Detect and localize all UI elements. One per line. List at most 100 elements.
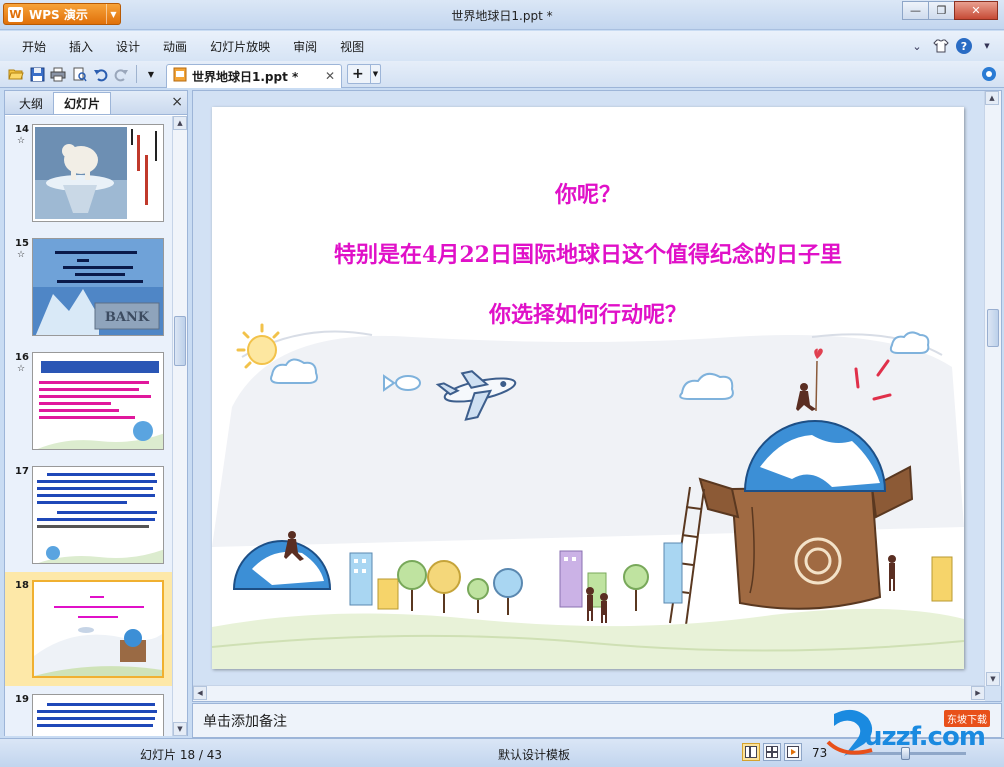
normal-view-icon[interactable] [742,743,760,761]
menu-design[interactable]: 设计 [108,38,155,55]
building-icon [377,578,399,610]
animation-star-icon: ☆ [17,136,26,146]
customize-toolbar-icon[interactable]: ▼ [141,64,161,84]
slide-text-line-1[interactable]: 你呢？ [212,177,964,209]
cloud-icon [889,331,930,354]
slide-number: 16 [15,352,29,363]
scroll-down-arrow-icon[interactable]: ▼ [173,722,187,736]
scroll-up-arrow-icon[interactable]: ▲ [985,91,999,105]
animation-star-icon: ☆ [17,364,26,374]
restore-button[interactable]: ❐ [928,1,955,20]
tab-outline[interactable]: 大纲 [9,92,53,114]
slide-thumbnail-row[interactable]: 17 [5,458,173,572]
window-title: 世界地球日1.ppt * [451,9,553,23]
watermark-badge: 东坡下载 [944,710,990,727]
document-icon [173,67,187,85]
menu-insert[interactable]: 插入 [61,38,108,55]
scrollbar-thumb[interactable] [987,309,999,347]
slide-thumbnail-row[interactable]: 14 ☆ [5,116,173,230]
animation-star-icon: ☆ [17,250,26,260]
settings-gear-icon[interactable] [980,65,998,86]
slide-sorter-view-icon[interactable] [763,743,781,761]
slide-thumbnail[interactable] [32,580,164,678]
menu-slideshow[interactable]: 幻灯片放映 [202,38,285,55]
panel-tabs: 大纲 幻灯片 × [5,91,187,115]
slide-thumbnail-row[interactable]: 15 ☆ BANK [5,230,173,344]
chevron-down-icon[interactable]: ▼ [370,65,380,83]
person-icon [600,593,608,623]
close-panel-icon[interactable]: × [171,94,183,110]
scroll-right-arrow-icon[interactable]: ▶ [971,686,985,700]
undo-icon[interactable] [90,64,110,84]
slide-number: 17 [15,466,29,477]
slide-number: 19 [15,694,29,705]
skin-shirt-icon[interactable] [932,37,950,55]
window-controls: — ❐ ✕ [902,1,998,20]
slide-thumbnail-list: 14 ☆ 15 ☆ BANK 16 ☆ 17 18 19 [5,116,173,736]
print-preview-icon[interactable] [69,64,89,84]
slideshow-view-icon[interactable] [784,743,802,761]
slide-number: 18 [15,580,29,591]
sun-icon [236,323,280,369]
scroll-left-arrow-icon[interactable]: ◀ [193,686,207,700]
quick-access-toolbar: ▼ 世界地球日1.ppt * ✕ + ▼ [0,61,1004,88]
design-template-label[interactable]: 默认设计模板 [498,746,570,763]
scroll-down-arrow-icon[interactable]: ▼ [986,672,1000,686]
menu-bar: 开始 插入 设计 动画 幻灯片放映 审阅 视图 ⌄ ? ▼ [0,31,1004,61]
slide-text-line-3[interactable]: 你选择如何行动呢？ [212,297,964,329]
current-slide[interactable]: 你呢？ 特别是在4月22日国际地球日这个值得纪念的日子里 你选择如何行动呢？ [212,107,964,669]
chevron-down-icon[interactable]: ▼ [978,37,996,55]
slide-counter: 幻灯片 18 / 43 [140,748,223,762]
open-folder-icon[interactable] [6,64,26,84]
tab-slides[interactable]: 幻灯片 [53,92,112,114]
view-switcher [742,743,805,761]
menu-animation[interactable]: 动画 [155,38,202,55]
tree-icon [397,560,427,611]
slide-number: 14 [15,124,29,135]
chevron-down-icon[interactable]: ⌄ [908,37,926,55]
tree-icon [623,564,649,611]
close-tab-icon[interactable]: ✕ [325,69,335,83]
help-icon[interactable]: ? [956,38,972,54]
person-icon [888,555,896,591]
bank-sign-text: BANK [105,310,150,325]
save-icon[interactable] [27,64,47,84]
slide-thumbnail-row-selected[interactable]: 18 [5,572,173,686]
document-tab[interactable]: 世界地球日1.ppt * ✕ [166,63,342,88]
slide-thumbnail[interactable] [32,466,164,564]
slide-thumbnail[interactable] [32,694,164,736]
menu-home[interactable]: 开始 [14,38,61,55]
scroll-up-arrow-icon[interactable]: ▲ [173,116,187,130]
person-icon [586,587,594,621]
building-icon [559,550,583,608]
slides-panel: 大纲 幻灯片 × 14 ☆ 15 ☆ BANK 16 ☆ 17 18 19 ▲ … [4,90,188,736]
toolbar-divider [136,65,137,83]
slide-thumbnail[interactable]: BANK [32,238,164,336]
slide-thumbnail-row[interactable]: 16 ☆ [5,344,173,458]
document-tab-title: 世界地球日1.ppt * [192,69,299,84]
site-watermark-logo: uzzf.com 东坡下载 [824,700,1002,764]
thumbnail-scrollbar[interactable]: ▲ ▼ [172,116,187,736]
tree-icon [493,568,523,615]
slide-number: 15 [15,238,29,249]
tree-icon [467,578,489,613]
slide-thumbnail[interactable] [32,352,164,450]
slide-edit-area: 你呢？ 特别是在4月22日国际地球日这个值得纪念的日子里 你选择如何行动呢？ ▲… [192,90,1002,702]
slide-horizontal-scrollbar[interactable]: ◀ ▶ [193,685,985,701]
close-window-button[interactable]: ✕ [954,1,998,20]
building-icon [349,552,373,606]
slide-thumbnail-row[interactable]: 19 [5,686,173,736]
building-icon [931,556,953,602]
slide-vertical-scrollbar[interactable]: ▲ ▼ [984,91,1001,686]
slide-text-line-2[interactable]: 特别是在4月22日国际地球日这个值得纪念的日子里 [212,237,964,269]
print-icon[interactable] [48,64,68,84]
new-document-button[interactable]: + ▼ [347,64,381,84]
menu-view[interactable]: 视图 [332,38,379,55]
tree-icon [427,560,461,613]
scrollbar-thumb[interactable] [174,316,186,366]
slide-thumbnail[interactable] [32,124,164,222]
redo-icon[interactable] [111,64,131,84]
menu-review[interactable]: 审阅 [285,38,332,55]
minimize-button[interactable]: — [902,1,929,20]
plus-icon: + [352,66,364,82]
